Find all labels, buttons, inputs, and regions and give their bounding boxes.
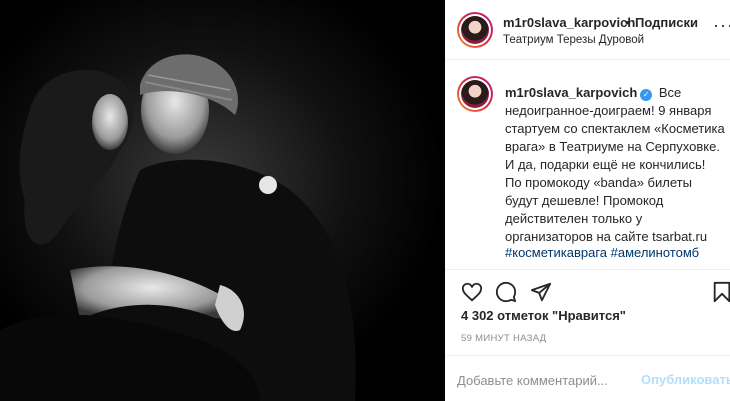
caption-username[interactable]: m1r0slava_karpovich: [505, 85, 637, 100]
bookmark-icon[interactable]: [711, 281, 730, 303]
hashtag-link[interactable]: #амелинотомб: [611, 245, 699, 260]
comment-input[interactable]: [457, 371, 627, 389]
heart-icon[interactable]: [461, 281, 483, 303]
post-sidebar: m1r0slava_karpovich • Подписки Театриум …: [445, 0, 730, 401]
likes-count[interactable]: 4 302 отметок "Нравится": [461, 308, 626, 323]
post-timestamp[interactable]: 59 МИНУТ НАЗАД: [461, 333, 546, 344]
hashtag-link[interactable]: #косметикаврага: [505, 245, 607, 260]
instagram-post: m1r0slava_karpovich • Подписки Театриум …: [0, 0, 730, 401]
location-link[interactable]: Театриум Терезы Дуровой: [503, 34, 644, 46]
caption-hashtags: #косметикаврага #амелинотомб: [505, 245, 730, 260]
verified-badge-icon: ✓: [640, 89, 653, 101]
separator-dot: •: [625, 15, 630, 30]
post-photo[interactable]: [0, 0, 445, 401]
following-button[interactable]: Подписки: [635, 15, 698, 30]
caption-author-avatar[interactable]: [457, 76, 493, 112]
stage-photo-image: [0, 0, 445, 401]
post-header: m1r0slava_karpovich • Подписки Театриум …: [445, 0, 730, 60]
caption-body: m1r0slava_karpovich ✓ Все недоигранное-до…: [505, 84, 725, 246]
divider: [445, 355, 730, 356]
caption-text: Все недоигранное-доиграем! 9 января стар…: [505, 85, 725, 244]
author-username[interactable]: m1r0slava_karpovich: [503, 15, 635, 30]
send-icon[interactable]: [530, 281, 552, 303]
divider: [445, 269, 730, 270]
comment-icon[interactable]: [495, 281, 517, 303]
publish-button[interactable]: Опубликовать: [641, 372, 730, 387]
author-avatar[interactable]: [457, 12, 493, 48]
more-options-icon[interactable]: ···: [713, 16, 730, 34]
